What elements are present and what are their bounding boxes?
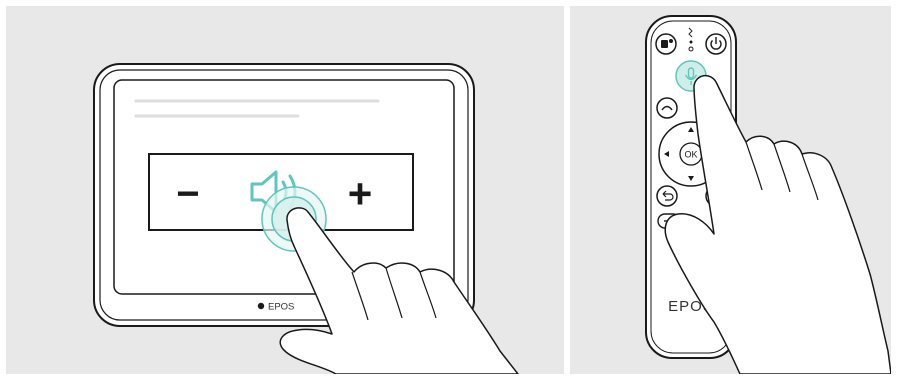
power-button[interactable] — [705, 33, 727, 55]
ok-button-label: OK — [684, 150, 697, 160]
back-button[interactable] — [656, 185, 678, 207]
end-call-button[interactable] — [656, 97, 678, 119]
teams-button[interactable] — [655, 33, 677, 55]
touch-panel-illustration: − + EPOS — [6, 6, 564, 374]
illustration-stage: − + EPOS OK EPOS — [0, 0, 897, 378]
device-led-icon — [257, 302, 265, 310]
volume-minus-button[interactable]: − — [176, 172, 199, 216]
volume-plus-button[interactable]: + — [348, 170, 373, 217]
teams-icon — [661, 40, 668, 48]
remote-control-illustration: OK EPOS — [570, 6, 891, 374]
device-brand-label: EPOS — [268, 302, 294, 313]
remote-svg: OK EPOS — [645, 15, 891, 374]
touch-panel-svg: − + EPOS — [93, 63, 519, 374]
